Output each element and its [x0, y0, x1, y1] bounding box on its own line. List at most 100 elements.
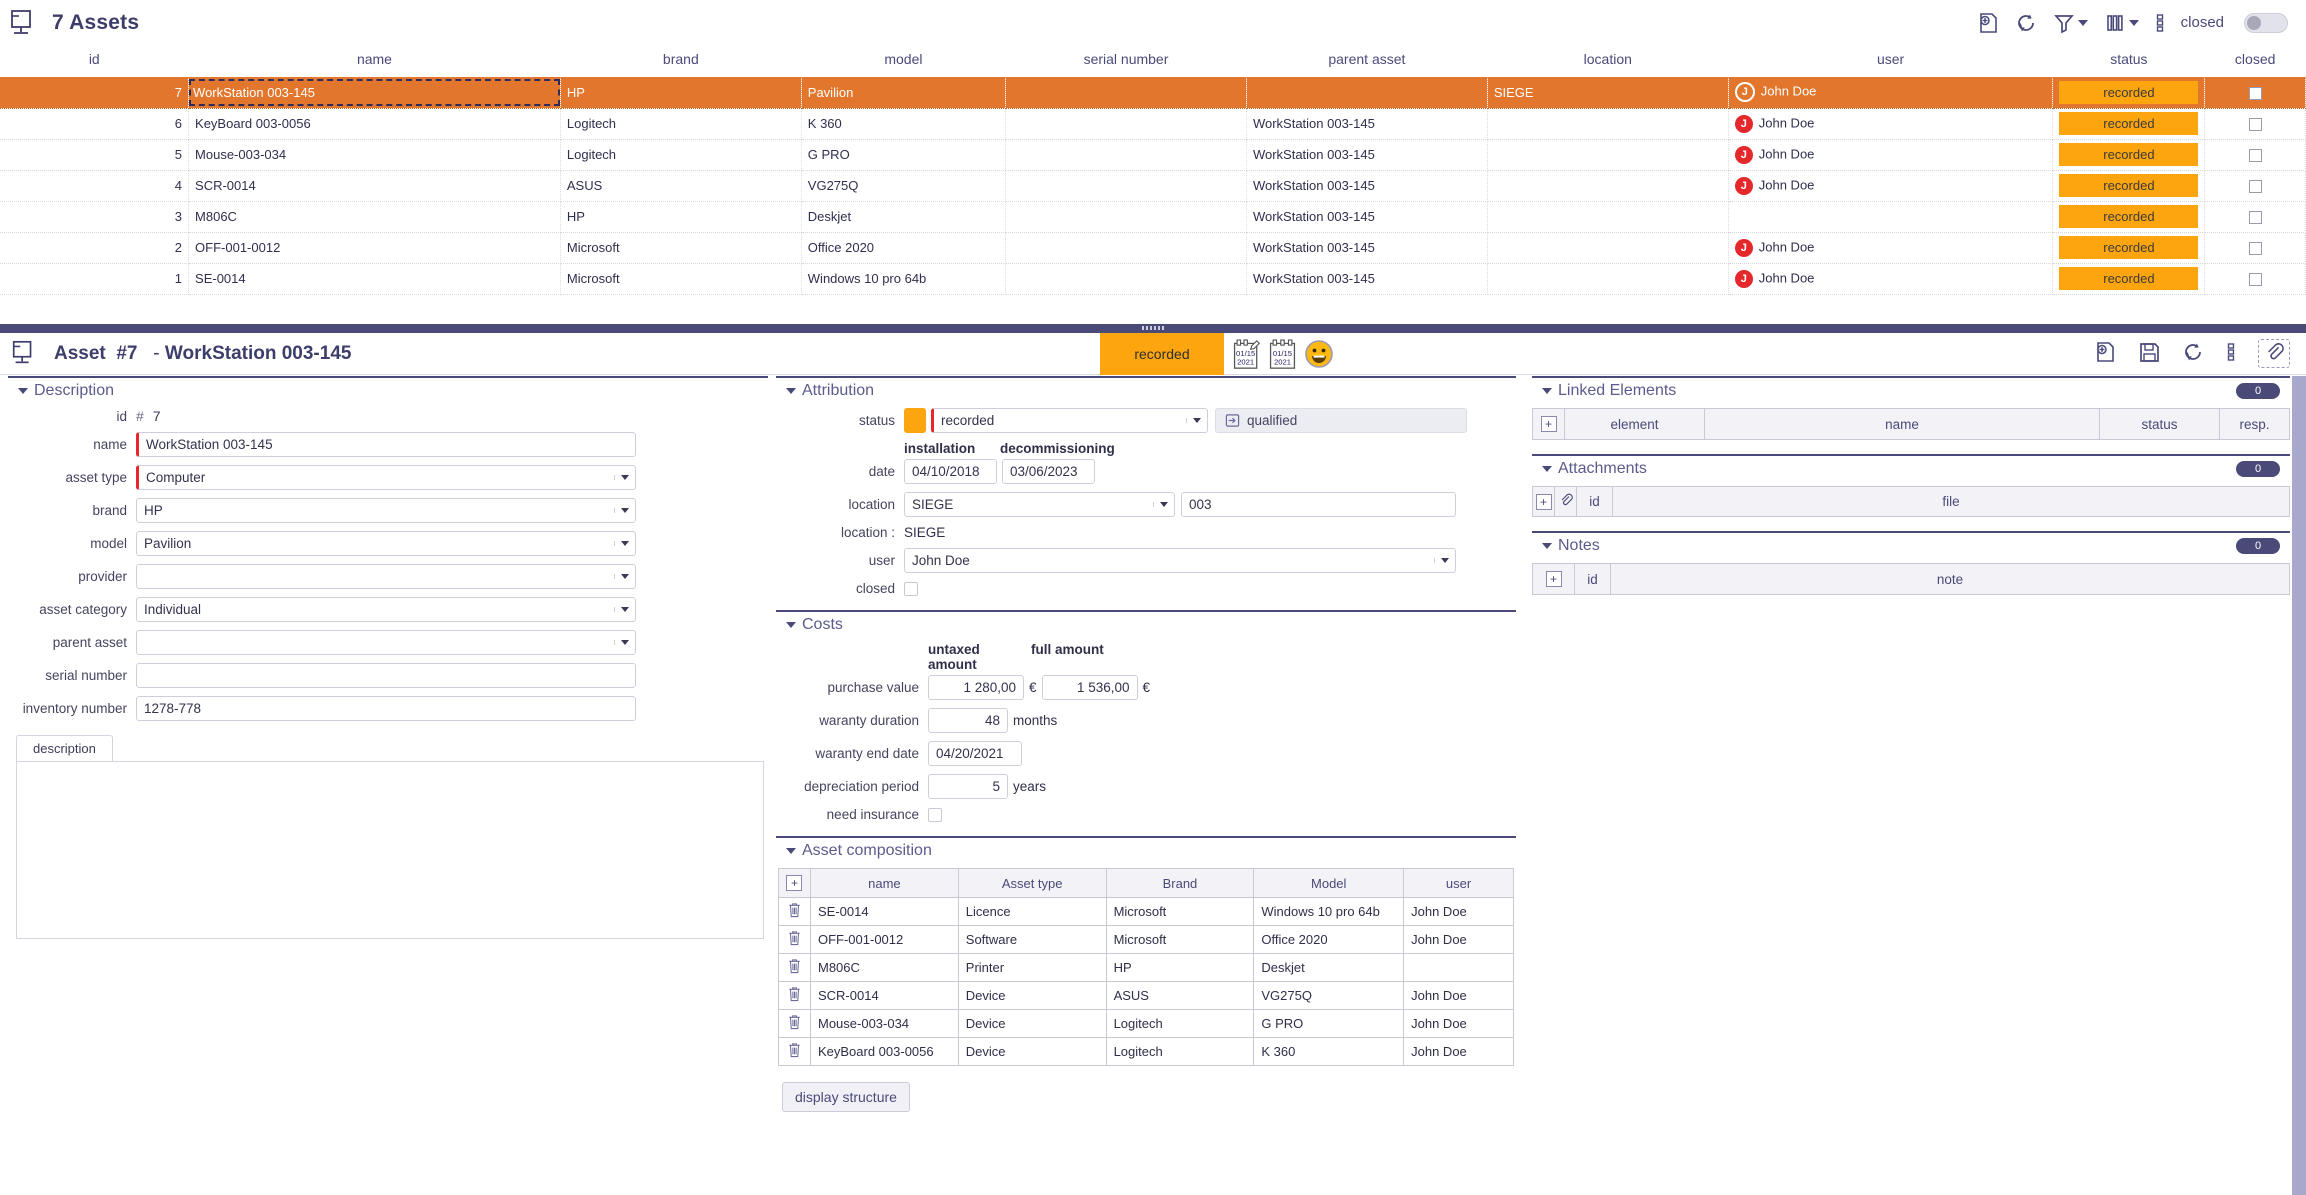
table-row[interactable]: SCR-0014 Device ASUS VG275Q John Doe [778, 981, 1514, 1010]
table-row[interactable]: Mouse-003-034 Device Logitech G PRO John Doe [778, 1009, 1514, 1038]
chevron-down-icon[interactable] [614, 508, 635, 513]
more-options-icon[interactable] [2226, 341, 2236, 366]
add-record-icon[interactable] [2094, 341, 2116, 366]
location-detail-input[interactable]: 003 [1181, 492, 1456, 517]
display-structure-button[interactable]: display structure [782, 1082, 910, 1112]
attribution-panel-title[interactable]: Attribution [776, 378, 1516, 408]
col-header-brand[interactable]: brand [560, 45, 802, 77]
name-input[interactable]: WorkStation 003-145 [136, 432, 636, 457]
notes-add-button[interactable]: + [1532, 563, 1575, 595]
table-row[interactable]: 2 OFF-001-0012 Microsoft Office 2020 WorkSta… [0, 232, 2306, 264]
save-icon[interactable] [2138, 341, 2160, 366]
purchase-untaxed-input[interactable]: 1 280,00 [928, 675, 1024, 700]
plus-icon[interactable]: + [1535, 493, 1552, 510]
location-select[interactable]: SIEGE [904, 492, 1175, 517]
add-record-icon[interactable] [1977, 12, 1999, 34]
closed-checkbox[interactable] [2248, 242, 2262, 256]
waranty-duration-input[interactable]: 48 [928, 708, 1008, 733]
linked-elements-panel-title[interactable]: Linked Elements 0 [1532, 378, 2290, 408]
closed-checkbox[interactable] [2248, 180, 2262, 194]
table-row[interactable]: 3 M806C HP Deskjet WorkStation 003-145 record… [0, 201, 2306, 233]
closed-checkbox[interactable] [2248, 118, 2262, 132]
table-row[interactable]: 4 SCR-0014 ASUS VG275Q WorkStation 003-145 J J… [0, 170, 2306, 202]
filter-icon[interactable] [2053, 12, 2088, 34]
insurance-checkbox[interactable] [928, 807, 942, 822]
collapse-triangle-icon[interactable] [786, 388, 796, 394]
chevron-down-icon[interactable] [614, 574, 635, 579]
closed-checkbox[interactable] [904, 581, 918, 596]
provider-select[interactable] [136, 564, 636, 589]
description-textarea[interactable] [16, 761, 764, 939]
user-select[interactable]: John Doe [904, 548, 1456, 573]
table-row[interactable]: 5 Mouse-003-034 Logitech G PRO WorkStation 0… [0, 139, 2306, 171]
closed-checkbox[interactable] [2248, 273, 2262, 287]
chevron-down-icon[interactable] [1153, 502, 1174, 507]
closed-checkbox[interactable] [2248, 86, 2262, 100]
closed-filter-toggle[interactable] [2244, 12, 2288, 33]
plus-icon[interactable]: + [1545, 571, 1562, 587]
composition-panel-title[interactable]: Asset composition [776, 838, 1516, 868]
panel-splitter[interactable] [0, 324, 2306, 333]
col-header-parent[interactable]: parent asset [1246, 45, 1488, 77]
table-row[interactable]: OFF-001-0012 Software Microsoft Office 2020… [778, 925, 1514, 954]
delete-row-button[interactable] [778, 925, 811, 954]
serial-number-input[interactable] [136, 663, 636, 688]
scrollbar-thumb[interactable] [2292, 376, 2306, 1195]
asset-type-select[interactable]: Computer [136, 465, 636, 490]
col-header-id[interactable]: id [0, 45, 189, 77]
vertical-scrollbar[interactable] [2292, 376, 2306, 1195]
decommissioning-date-input[interactable]: 03/06/2023 [1002, 459, 1095, 484]
composition-add-row-button[interactable]: + [778, 868, 811, 898]
col-header-model[interactable]: model [801, 45, 1006, 77]
collapse-triangle-icon[interactable] [1542, 466, 1552, 472]
status-select[interactable]: recorded [931, 408, 1208, 433]
table-row[interactable]: 1 SE-0014 Microsoft Windows 10 pro 64b WorkS… [0, 263, 2306, 295]
brand-select[interactable]: HP [136, 498, 636, 523]
notes-panel-title[interactable]: Notes 0 [1532, 533, 2290, 563]
col-header-user[interactable]: user [1728, 45, 2053, 77]
more-options-icon[interactable] [2155, 12, 2165, 34]
delete-row-button[interactable] [778, 953, 811, 982]
chevron-down-icon[interactable] [2077, 19, 2088, 26]
description-panel-title[interactable]: Description [8, 378, 768, 408]
depreciation-input[interactable]: 5 [928, 774, 1008, 799]
chevron-down-icon[interactable] [1186, 418, 1207, 423]
col-header-status[interactable]: status [2052, 45, 2205, 77]
delete-row-button[interactable] [778, 897, 811, 926]
closed-checkbox[interactable] [2248, 211, 2262, 225]
col-header-location[interactable]: location [1487, 45, 1729, 77]
refresh-icon[interactable] [2182, 341, 2204, 366]
parent-asset-select[interactable] [136, 630, 636, 655]
attachments-link-button[interactable] [1554, 486, 1577, 517]
table-row[interactable]: SE-0014 Licence Microsoft Windows 10 pro 64… [778, 897, 1514, 926]
attachment-paperclip-icon[interactable] [2258, 339, 2290, 368]
satisfaction-smiley-icon[interactable] [1304, 339, 1334, 369]
table-row[interactable]: 7 WorkStation 003-145 HP Pavilion SIEGE J John… [0, 77, 2306, 109]
chevron-down-icon[interactable] [614, 640, 635, 645]
plus-icon[interactable]: + [1540, 416, 1557, 432]
columns-icon[interactable] [2104, 12, 2139, 34]
costs-panel-title[interactable]: Costs [776, 612, 1516, 642]
tab-description[interactable]: description [16, 735, 113, 761]
chevron-down-icon[interactable] [2128, 19, 2139, 26]
model-select[interactable]: Pavilion [136, 531, 636, 556]
collapse-triangle-icon[interactable] [1542, 543, 1552, 549]
delete-row-button[interactable] [778, 1037, 811, 1066]
attachments-add-button[interactable]: + [1532, 486, 1555, 517]
plus-icon[interactable]: + [786, 875, 803, 891]
table-row[interactable]: M806C Printer HP Deskjet [778, 953, 1514, 982]
chevron-down-icon[interactable] [1434, 558, 1455, 563]
status-badge[interactable]: recorded [1100, 333, 1224, 375]
inventory-number-input[interactable]: 1278-778 [136, 696, 636, 721]
purchase-full-input[interactable]: 1 536,00 [1041, 675, 1138, 700]
delete-row-button[interactable] [778, 1009, 811, 1038]
closed-checkbox[interactable] [2248, 149, 2262, 163]
collapse-triangle-icon[interactable] [786, 622, 796, 628]
qualified-button[interactable]: qualified [1215, 408, 1467, 433]
attachments-panel-title[interactable]: Attachments 0 [1532, 456, 2290, 486]
collapse-triangle-icon[interactable] [1542, 388, 1552, 394]
splitter-grip[interactable] [1142, 326, 1164, 330]
table-row[interactable]: 6 KeyBoard 003-0056 Logitech K 360 WorkStati… [0, 108, 2306, 140]
waranty-end-input[interactable]: 04/20/2021 [928, 741, 1022, 766]
delete-row-button[interactable] [778, 981, 811, 1010]
